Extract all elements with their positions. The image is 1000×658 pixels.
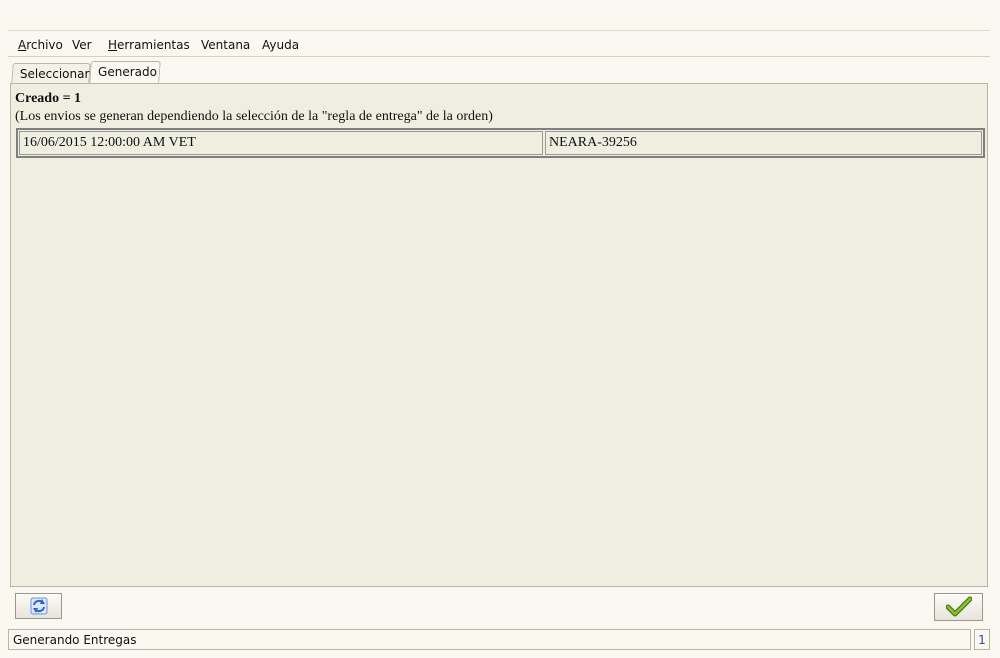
menu-ventana[interactable]: Ventana [201,38,250,52]
tab-generado[interactable]: Generado [89,61,161,84]
table-cell-date[interactable]: 16/06/2015 12:00:00 AM VET [19,131,543,155]
status-bar: Generando Entregas [8,629,971,650]
status-text: Generando Entregas [13,633,137,647]
result-note: (Los envios se generan dependiendo la se… [15,109,493,124]
menu-archivo-mnemonic: A [18,38,27,52]
menu-archivo[interactable]: Archivo [18,38,63,52]
results-table: 16/06/2015 12:00:00 AM VET NEARA-39256 [16,128,985,158]
ok-button[interactable] [934,593,983,621]
checkmark-icon [945,596,972,617]
generated-panel: Creado = 1 (Los envios se generan depend… [10,83,988,587]
menu-herramientas-rest: erramientas [117,38,190,52]
menu-herramientas[interactable]: Herramientas [108,38,190,52]
tab-seleccionar-label: Seleccionar [19,67,90,81]
menu-ayuda[interactable]: Ayuda [262,38,299,52]
menu-bar: Archivo Ver Herramientas Ventana Ayuda [8,30,990,57]
result-title: Creado = 1 [15,91,82,106]
refresh-icon [30,597,47,615]
refresh-button[interactable] [15,593,62,619]
menu-archivo-rest: rchivo [26,38,63,52]
menu-herramientas-mnemonic: H [108,38,118,52]
tab-generado-label: Generado [98,65,157,79]
table-cell-document[interactable]: NEARA-39256 [545,131,982,155]
tab-seleccionar[interactable]: Seleccionar [11,63,91,83]
status-count: 1 [974,629,990,650]
menu-ver[interactable]: Ver [72,38,92,52]
